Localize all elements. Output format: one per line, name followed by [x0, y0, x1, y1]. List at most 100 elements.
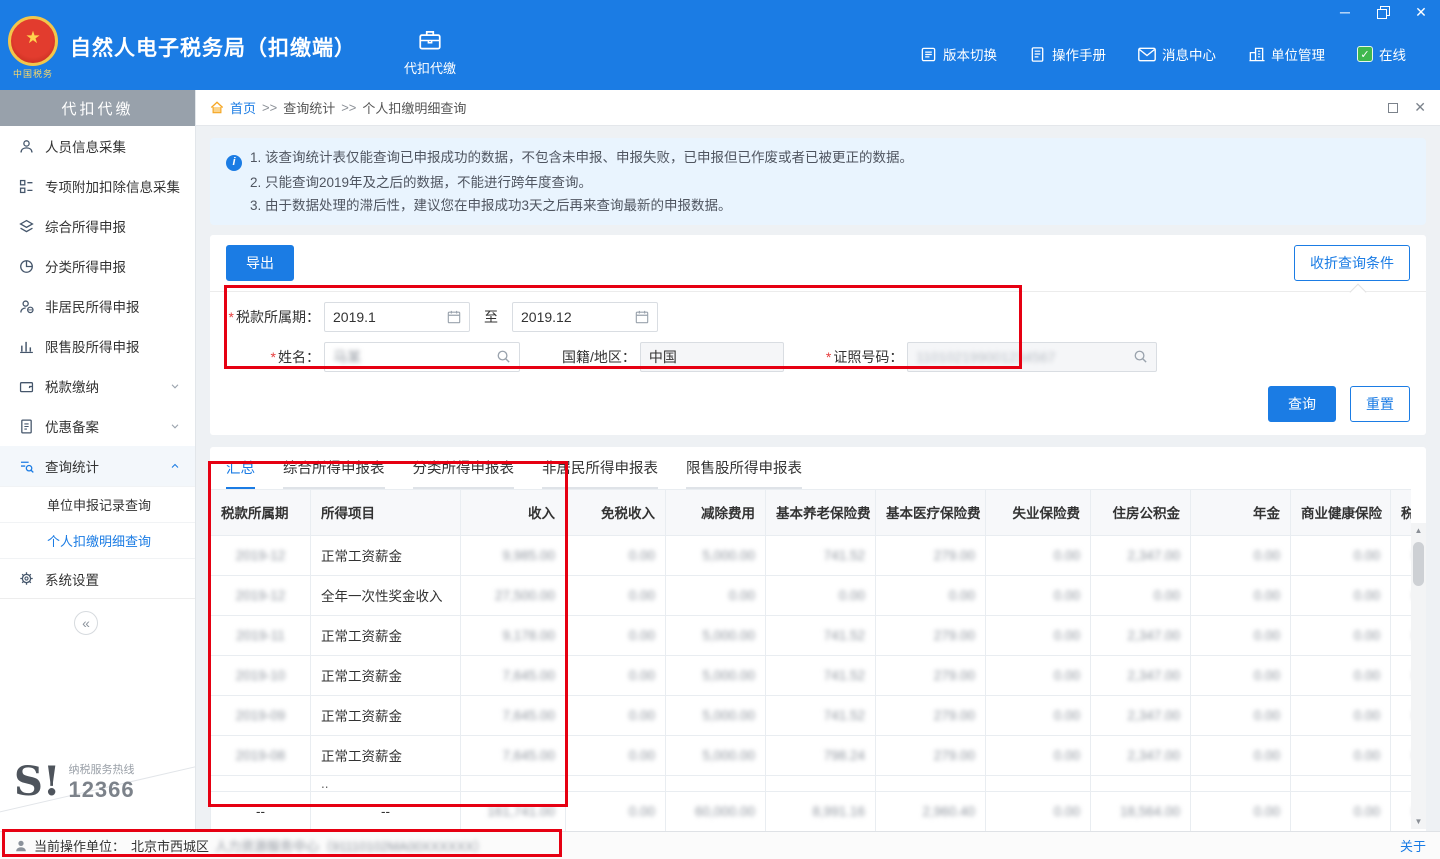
sidebar-item-classified-income[interactable]: 分类所得申报 — [0, 246, 195, 286]
export-button[interactable]: 导出 — [226, 245, 294, 281]
region-input[interactable]: 中国 — [640, 342, 784, 372]
briefcase-icon — [417, 27, 443, 53]
col-header: 税款所属期 — [211, 489, 311, 535]
person-globe-icon — [18, 298, 35, 315]
collapse-query-button[interactable]: 收折查询条件 — [1294, 245, 1410, 281]
nav-label: 版本切换 — [943, 44, 997, 64]
panel-maximize-icon[interactable] — [1388, 103, 1398, 113]
table-row: 2019-12 正常工资薪金 9,985.00 0.00 5,000.00 74… — [211, 535, 1412, 575]
sidebar-item-personnel-info[interactable]: 人员信息采集 — [0, 126, 195, 166]
sidebar-item-special-deduction[interactable]: 专项附加扣除信息采集 — [0, 166, 195, 206]
app-title: 自然人电子税务局（扣缴端） — [70, 32, 356, 62]
breadcrumb-level1[interactable]: 查询统计 — [283, 98, 335, 117]
scroll-up-arrow[interactable]: ▲ — [1411, 523, 1426, 538]
col-header: 减除费用 — [666, 489, 766, 535]
form-row-period: *税款所属期： 2019.1 至 2019.12 — [210, 302, 1426, 332]
about-link[interactable]: 关于 — [1400, 836, 1426, 855]
restore-button[interactable] — [1374, 4, 1392, 20]
col-header: 免税收入 — [566, 489, 666, 535]
app-window: ─ ✕ ★ 中国税务 自然人电子税务局（扣缴端） 代扣代缴 — [0, 0, 1440, 859]
tab-classified-income[interactable]: 分类所得申报表 — [413, 457, 515, 489]
sidebar: 代扣代缴 人员信息采集 专项附加扣除信息采集 综合所得申报 分类所得申报 — [0, 90, 196, 831]
bar-chart-icon — [18, 338, 35, 355]
breadcrumb-separator: >> — [262, 100, 277, 115]
mail-icon — [1138, 47, 1156, 62]
nav-org-management[interactable]: 单位管理 — [1248, 44, 1325, 64]
sidebar-subitem-unit-declaration-query[interactable]: 单位申报记录查询 — [0, 486, 195, 522]
minimize-button[interactable]: ─ — [1336, 4, 1354, 20]
status-bar: 当前操作单位：北京市西城区人力资源服务中心（91110102MA00XXXXXX… — [0, 831, 1440, 859]
table-row: 2019-08 正常工资薪金 7,645.00 0.00 5,000.00 79… — [211, 735, 1412, 775]
sidebar-item-preferential-filing[interactable]: 优惠备案 — [0, 406, 195, 446]
period-start-input[interactable]: 2019.1 — [324, 302, 470, 332]
tab-nonresident-income[interactable]: 非居民所得申报表 — [542, 457, 658, 489]
col-header: 基本医疗保险费 — [876, 489, 986, 535]
table-total-row: -- -- 161,741.00 0.00 60,000.00 8,991.16… — [211, 791, 1412, 831]
breadcrumb-home[interactable]: 首页 — [230, 98, 256, 117]
period-label: *税款所属期： — [210, 307, 320, 327]
home-icon — [210, 101, 224, 114]
scroll-down-arrow[interactable]: ▼ — [1411, 814, 1426, 829]
breadcrumb-level2: 个人扣缴明细查询 — [362, 98, 466, 117]
vertical-scrollbar[interactable]: ▲ ▼ — [1411, 523, 1426, 829]
sidebar-menu: 人员信息采集 专项附加扣除信息采集 综合所得申报 分类所得申报 非居民所得申报 — [0, 126, 195, 598]
nav-online-status[interactable]: ✓ 在线 — [1357, 44, 1406, 64]
search-stats-icon — [18, 458, 35, 475]
query-form: *税款所属期： 2019.1 至 2019.12 — [210, 292, 1426, 372]
sidebar-subitem-personal-withholding-query[interactable]: 个人扣缴明细查询 — [0, 522, 195, 558]
sidebar-item-label: 人员信息采集 — [45, 136, 126, 156]
document-icon — [18, 418, 35, 435]
brand: ★ 中国税务 自然人电子税务局（扣缴端） — [0, 10, 356, 80]
table-row: 2019-12 全年一次性奖金收入 27,500.00 0.00 0.00 0.… — [211, 575, 1412, 615]
tab-summary[interactable]: 汇总 — [226, 457, 255, 489]
tab-withholding-module[interactable]: 代扣代缴 — [404, 27, 456, 77]
sidebar-item-label: 系统设置 — [45, 569, 99, 589]
top-header: ─ ✕ ★ 中国税务 自然人电子税务局（扣缴端） 代扣代缴 — [0, 0, 1440, 90]
id-number-input[interactable]: 110102199001234567 — [907, 342, 1157, 372]
sidebar-item-system-settings[interactable]: 系统设置 — [0, 558, 195, 598]
calendar-icon — [635, 310, 649, 324]
reset-button[interactable]: 重置 — [1350, 386, 1410, 422]
sidebar-title: 代扣代缴 — [0, 90, 195, 126]
col-header: 年金 — [1191, 489, 1291, 535]
sidebar-collapse-button[interactable]: « — [74, 611, 98, 635]
col-header: 商业健康保险 — [1291, 489, 1391, 535]
hotline-label: 纳税服务热线 — [68, 761, 134, 777]
sidebar-item-restricted-shares[interactable]: 限售股所得申报 — [0, 326, 195, 366]
sidebar-item-tax-payment[interactable]: 税款缴纳 — [0, 366, 195, 406]
id-label: *证照号码： — [826, 347, 903, 367]
pie-chart-icon — [18, 258, 35, 275]
panel-close-icon[interactable]: ✕ — [1414, 99, 1426, 116]
sidebar-item-query-statistics[interactable]: 查询统计 — [0, 446, 195, 486]
nav-version-switch[interactable]: 版本切换 — [920, 44, 997, 64]
col-header: 所得项目 — [311, 489, 461, 535]
vertical-scrollbar-thumb[interactable] — [1413, 542, 1424, 586]
period-end-input[interactable]: 2019.12 — [512, 302, 658, 332]
calendar-icon — [447, 310, 461, 324]
breadcrumb-separator: >> — [341, 100, 356, 115]
sidebar-item-label: 专项附加扣除信息采集 — [45, 176, 180, 196]
col-header: 收入 — [461, 489, 566, 535]
period-end-value: 2019.12 — [521, 309, 572, 325]
table-row: 2019-09 正常工资薪金 7,645.00 0.00 5,000.00 74… — [211, 695, 1412, 735]
nav-manual[interactable]: 操作手册 — [1029, 44, 1106, 64]
nav-message-center[interactable]: 消息中心 — [1138, 44, 1216, 64]
name-input[interactable]: 马某 — [324, 342, 520, 372]
tab-restricted-shares[interactable]: 限售股所得申报表 — [686, 457, 802, 489]
results-table: 税款所属期 所得项目 收入 免税收入 减除费用 基本养老保险费 基本医疗保险费 … — [210, 489, 1411, 832]
tab-comprehensive-income[interactable]: 综合所得申报表 — [283, 457, 385, 489]
col-header: 税 — [1391, 489, 1412, 535]
table-row: 2019-10 正常工资薪金 7,645.00 0.00 5,000.00 74… — [211, 655, 1412, 695]
sidebar-item-comprehensive-income[interactable]: 综合所得申报 — [0, 206, 195, 246]
sidebar-item-label: 查询统计 — [45, 456, 99, 476]
to-label: 至 — [484, 307, 498, 327]
tax-logo: ★ 中国税务 — [8, 16, 58, 80]
sidebar-item-nonresident-income[interactable]: 非居民所得申报 — [0, 286, 195, 326]
search-button[interactable]: 查询 — [1268, 386, 1336, 422]
sidebar-item-label: 综合所得申报 — [45, 216, 126, 236]
hotline-logo-icon: S! — [14, 762, 60, 802]
name-label: *姓名： — [210, 347, 320, 367]
period-start-value: 2019.1 — [333, 309, 376, 325]
search-icon — [1133, 349, 1148, 364]
close-button[interactable]: ✕ — [1412, 4, 1430, 20]
